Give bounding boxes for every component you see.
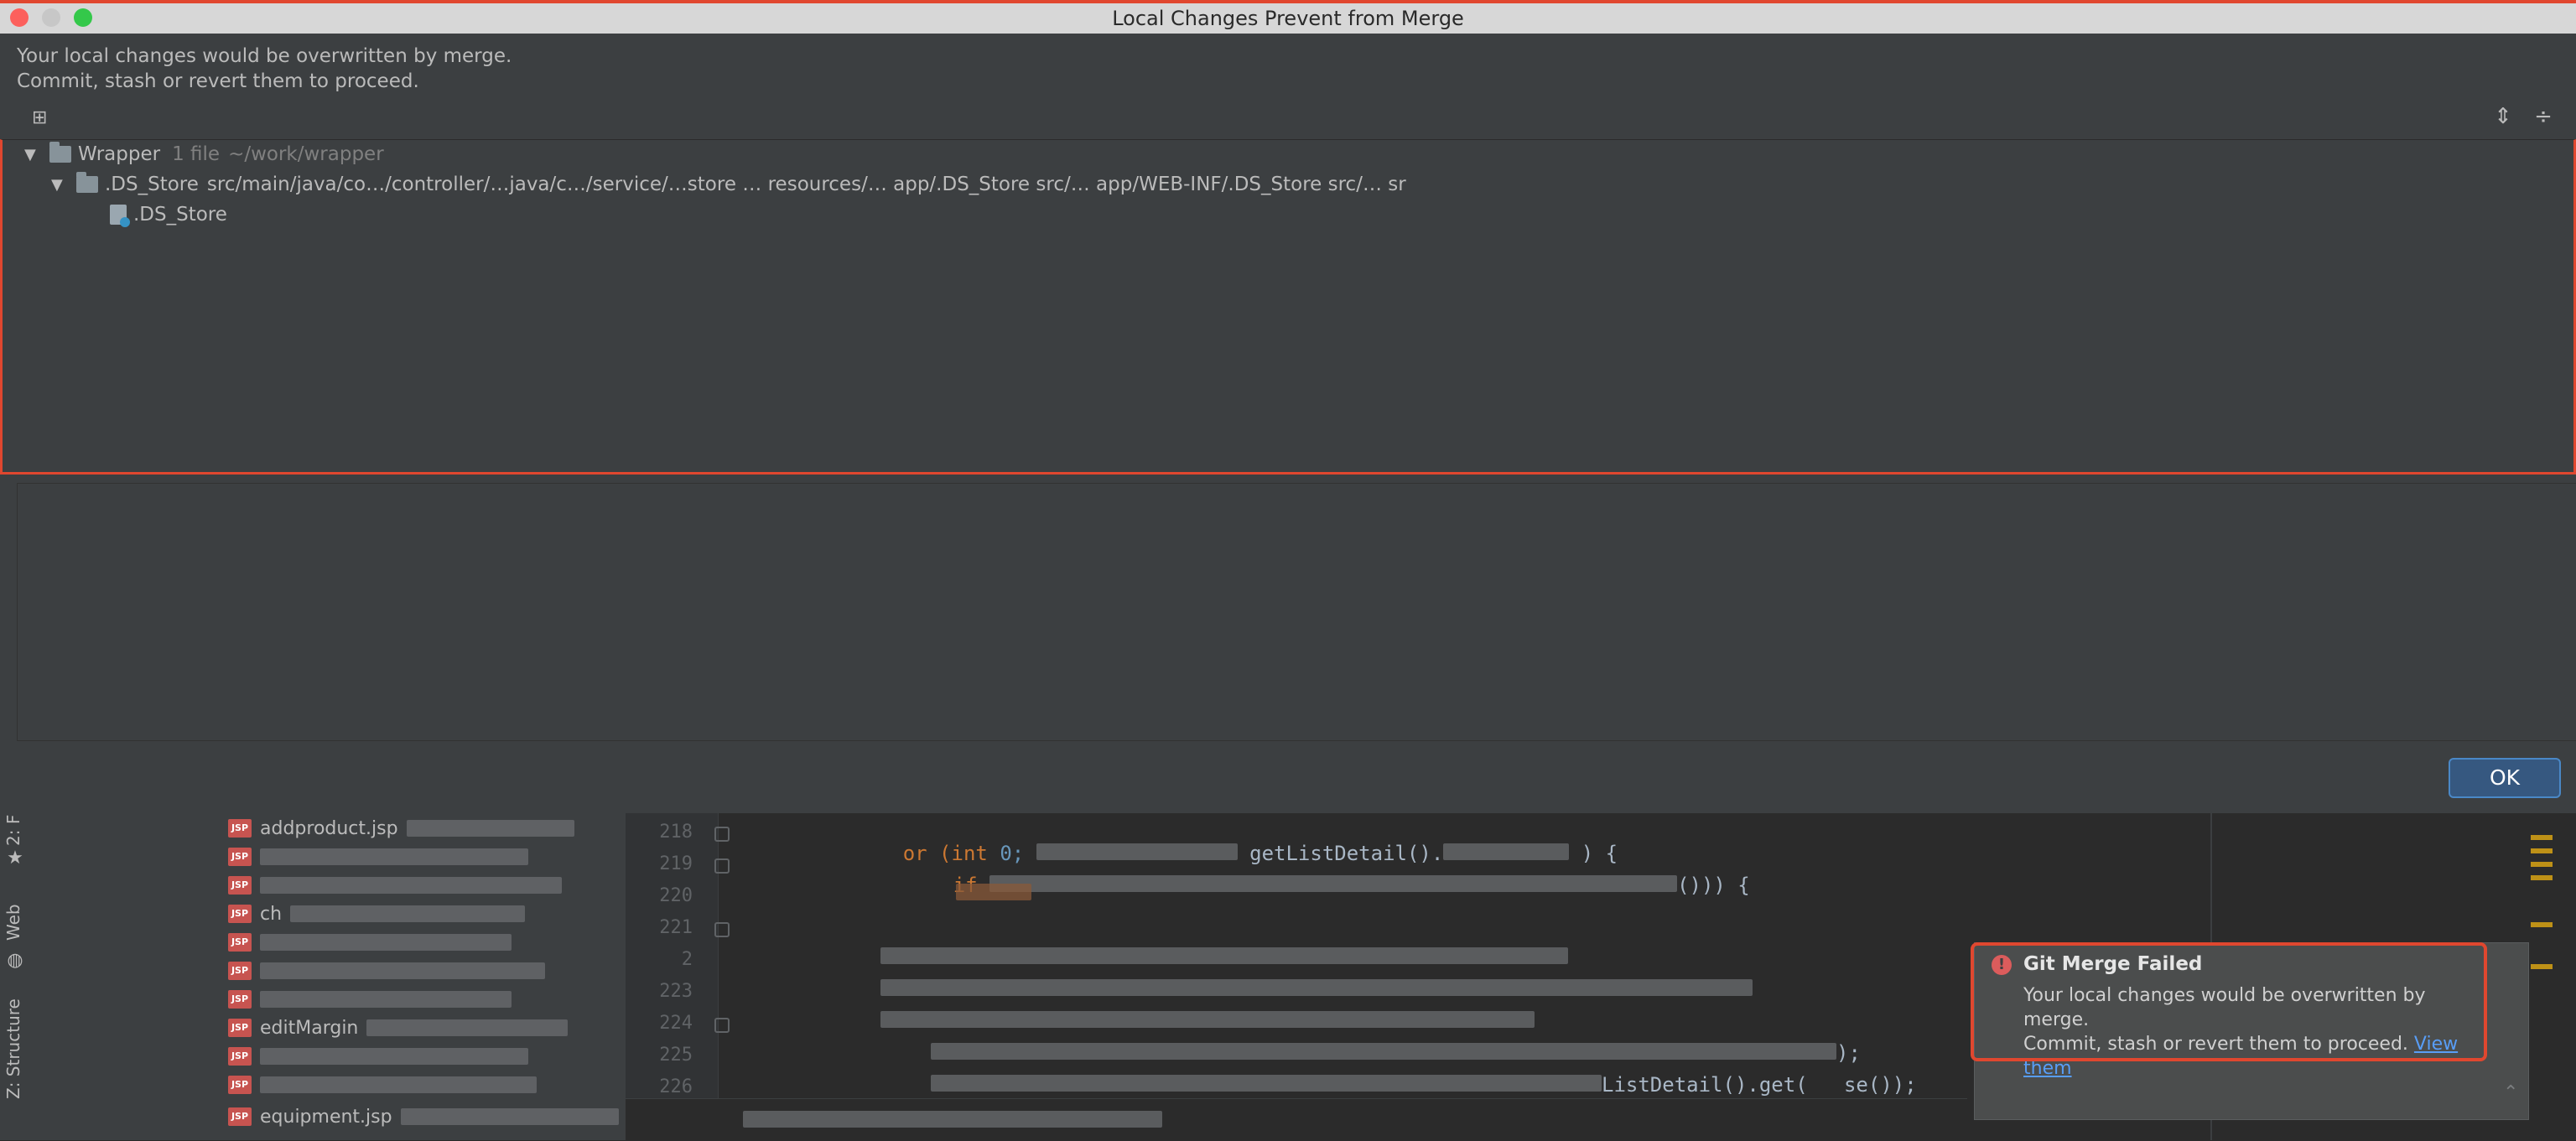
jsp-file-icon: JSP xyxy=(228,1076,252,1094)
tree-node-root[interactable]: ▼ Wrapper 1 file ~/work/wrapper xyxy=(24,140,384,169)
code-line-225: ); xyxy=(931,1041,1861,1065)
line-number: 225 xyxy=(659,1045,693,1066)
tree-node-file[interactable]: .DS_Store xyxy=(110,200,227,229)
jsp-file-icon: JSP xyxy=(228,1019,252,1037)
folder-icon xyxy=(49,142,71,163)
line-number: 224 xyxy=(659,1013,693,1034)
fold-marker[interactable] xyxy=(714,827,730,842)
line-number: 218 xyxy=(659,822,693,843)
project-panel: JSP addproduct.jsp JSP JSP JSP ch JSP JS… xyxy=(30,813,626,1140)
file-name: .DS_Store xyxy=(133,204,227,226)
jsp-file-icon: JSP xyxy=(228,905,252,923)
list-item[interactable]: JSP xyxy=(228,984,512,1014)
line-number: 226 xyxy=(659,1076,693,1097)
message-line-2: Commit, stash or revert them to proceed. xyxy=(17,70,419,92)
collapse-all-icon[interactable]: ÷ xyxy=(2531,104,2556,129)
tool-tab-web[interactable]: Web xyxy=(3,897,27,947)
details-panel xyxy=(17,483,2576,741)
jsp-file-icon: JSP xyxy=(228,990,252,1009)
expand-arrow-icon[interactable]: ▼ xyxy=(24,146,41,163)
notification-highlight-box xyxy=(1971,942,2487,1061)
line-number: 221 xyxy=(659,917,693,938)
group-name: .DS_Store xyxy=(105,174,199,195)
dialog-message: Your local changes would be overwritten … xyxy=(17,44,512,94)
group-by-icon[interactable]: ⊞ xyxy=(32,107,54,129)
list-item[interactable]: JSP xyxy=(228,842,528,872)
tool-tab-favorites[interactable]: 2: F xyxy=(3,813,27,847)
file-name: editMargin xyxy=(260,1017,359,1039)
tool-window-strip: 2: F ★ Web ◍ Z: Structure xyxy=(0,813,31,1140)
file-icon xyxy=(110,205,130,227)
list-item[interactable]: JSP equipment.jsp xyxy=(228,1102,619,1132)
jsp-file-icon: JSP xyxy=(228,962,252,980)
message-line-1: Your local changes would be overwritten … xyxy=(17,45,512,67)
code-line-223 xyxy=(880,978,1753,1001)
jsp-file-icon: JSP xyxy=(228,1047,252,1066)
list-item[interactable]: JSP xyxy=(228,1041,528,1071)
list-item[interactable]: JSP addproduct.jsp xyxy=(228,813,574,843)
jsp-file-icon: JSP xyxy=(228,876,252,895)
chevron-up-icon[interactable]: ⌃ xyxy=(2503,1082,2518,1103)
code-line-220 xyxy=(956,882,1031,905)
merge-conflict-dialog: Local Changes Prevent from Merge Your lo… xyxy=(0,0,2576,813)
jsp-file-icon: JSP xyxy=(228,848,252,866)
ok-button[interactable]: OK xyxy=(2449,758,2561,798)
list-item[interactable]: JSP xyxy=(228,870,562,900)
code-line-224 xyxy=(880,1009,1535,1033)
list-item[interactable]: JSP xyxy=(228,1070,537,1100)
line-number: 223 xyxy=(659,981,693,1002)
fold-marker[interactable] xyxy=(714,922,730,937)
line-number-gutter: 218 219 220 221 2 223 224 225 226 xyxy=(626,813,719,1140)
list-item[interactable]: JSP xyxy=(228,927,512,957)
list-item[interactable]: JSP xyxy=(228,956,545,986)
group-paths: src/main/java/co…/controller/…java/c…/se… xyxy=(206,174,1406,195)
line-number: 2 xyxy=(681,949,693,970)
jsp-file-icon: JSP xyxy=(228,1107,252,1126)
tree-node-group[interactable]: ▼ .DS_Store src/main/java/co…/controller… xyxy=(51,170,1406,199)
line-number: 219 xyxy=(659,853,693,874)
dialog-titlebar: Local Changes Prevent from Merge xyxy=(0,0,2576,34)
jsp-file-icon: JSP xyxy=(228,933,252,952)
folder-icon xyxy=(76,172,98,193)
file-name: ch xyxy=(260,903,283,925)
file-name: equipment.jsp xyxy=(260,1106,392,1128)
tool-tab-structure[interactable]: Z: Structure xyxy=(3,994,27,1103)
jsp-file-icon: JSP xyxy=(228,819,252,838)
line-number: 220 xyxy=(659,885,693,906)
code-line-226: ListDetail().get( se()); xyxy=(931,1073,1917,1097)
globe-icon[interactable]: ◍ xyxy=(5,951,25,971)
editor-breadcrumb-bar xyxy=(626,1098,1967,1141)
expand-all-icon[interactable]: ⇕ xyxy=(2490,104,2516,129)
list-item[interactable]: JSP ch xyxy=(228,899,526,929)
scrollbar-markers[interactable] xyxy=(2531,830,2553,1098)
list-item[interactable]: JSP editMargin xyxy=(228,1013,569,1043)
dialog-title: Local Changes Prevent from Merge xyxy=(1112,7,1464,30)
root-path: ~/work/wrapper xyxy=(228,143,384,165)
changed-files-tree: ▼ Wrapper 1 file ~/work/wrapper ▼ .DS_St… xyxy=(0,139,2576,475)
file-name: addproduct.jsp xyxy=(260,817,398,839)
star-icon[interactable]: ★ xyxy=(5,848,25,869)
root-name: Wrapper xyxy=(78,143,161,165)
fold-marker[interactable] xyxy=(714,1018,730,1033)
root-file-count: 1 file xyxy=(172,143,221,165)
expand-arrow-icon[interactable]: ▼ xyxy=(51,176,68,194)
code-line-222 xyxy=(880,946,1568,969)
fold-marker[interactable] xyxy=(714,858,730,874)
